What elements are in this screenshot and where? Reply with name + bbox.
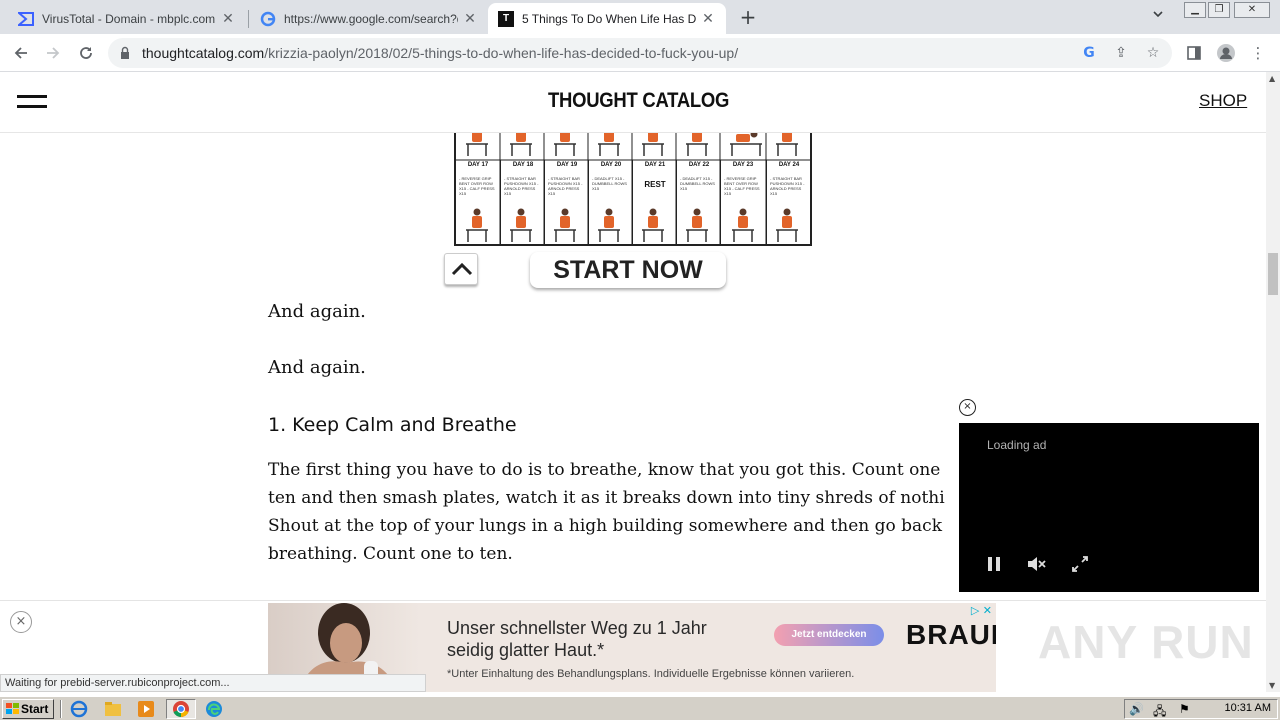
reload-button[interactable] [75,42,97,64]
ad-disclaimer: *Unter Einhaltung des Behandlungsplans. … [447,668,855,680]
minimize-window-button[interactable]: ▁ [1184,2,1206,18]
start-label: Start [21,702,49,716]
tab-virustotal[interactable]: VirusTotal - Domain - mbplc.com ✕ [8,3,246,34]
tab-strip: VirusTotal - Domain - mbplc.com ✕ https:… [0,0,1280,34]
browser-menu-icon[interactable]: ⋮ [1247,42,1269,64]
url-text: thoughtcatalog.com/krizzia-paolyn/2018/0… [142,45,738,61]
windows-logo-icon [6,703,19,714]
profile-avatar-icon[interactable] [1215,42,1237,64]
video-ad-player[interactable]: Loading ad [959,423,1259,592]
close-tab-icon[interactable]: ✕ [700,10,716,27]
flag-notification-icon[interactable]: ⚑ [1179,702,1190,716]
ad-brand-logo: BRAUN [906,619,996,650]
adchoices-icon[interactable]: ▷ ✕ [971,604,992,617]
browser-toolbar: thoughtcatalog.com/krizzia-paolyn/2018/0… [0,34,1280,72]
address-bar[interactable]: thoughtcatalog.com/krizzia-paolyn/2018/0… [108,38,1172,68]
article-paragraph: And again. [268,301,366,322]
section-heading: 1. Keep Calm and Breathe [268,414,517,436]
close-tab-icon[interactable]: ✕ [220,10,236,27]
mute-icon[interactable] [1025,553,1047,575]
new-tab-button[interactable]: + [738,6,758,28]
tab-title: https://www.google.com/search?q= [284,11,458,26]
forward-button[interactable] [42,42,64,64]
chevron-up-icon [451,262,473,276]
url-host: thoughtcatalog.com [142,45,265,61]
video-ad-close-button[interactable]: × [959,399,976,416]
pause-icon[interactable] [983,553,1005,575]
site-logo[interactable]: THOUGHT CATALOG [548,89,729,113]
scroll-up-button[interactable] [444,253,478,285]
scroll-up-arrow-icon[interactable]: ▲ [1269,74,1275,83]
internet-explorer-icon[interactable] [69,699,91,719]
page-scrollbar[interactable]: ▲ ▼ [1266,72,1280,692]
shop-link[interactable]: SHOP [1199,91,1247,111]
article-line: ten and then smash plates, watch it as i… [268,488,945,508]
hamburger-menu-icon[interactable] [17,95,47,111]
lock-icon[interactable] [120,46,130,60]
tab-title: VirusTotal - Domain - mbplc.com [42,11,216,26]
chrome-taskbar-button[interactable] [166,699,196,719]
file-explorer-icon[interactable] [103,699,125,719]
article-body: The first thing you have to do is to bre… [268,456,968,568]
side-panel-icon[interactable] [1183,42,1205,64]
windows-taskbar: Start 🔊 🖧 ⚑ 10:31 AM [0,696,1280,720]
site-header: THOUGHT CATALOG SHOP [0,72,1266,133]
tab-google[interactable]: https://www.google.com/search?q= ✕ [250,3,488,34]
tab-thought-catalog[interactable]: T 5 Things To Do When Life Has Decide ✕ [488,3,726,34]
scrollbar-thumb[interactable] [1268,253,1278,295]
tab-search-chevron-icon[interactable] [1152,8,1164,23]
media-player-icon[interactable] [136,699,158,719]
volume-icon[interactable]: 🔊 [1129,702,1144,716]
thought-catalog-favicon-icon: T [498,10,514,27]
restore-window-button[interactable]: ❐ [1208,2,1230,18]
article-paragraph: And again. [268,357,366,378]
bottom-ad-close-button[interactable]: × [10,611,32,633]
scroll-down-arrow-icon[interactable]: ▼ [1269,681,1275,690]
edge-icon[interactable] [204,699,226,719]
system-tray: 🔊 🖧 ⚑ 10:31 AM [1124,699,1278,719]
tab-title: 5 Things To Do When Life Has Decide [522,11,696,26]
anyrun-watermark: ANY RUN [1038,616,1254,668]
loading-ad-text: Loading ad [987,438,1047,452]
status-bar: Waiting for prebid-server.rubiconproject… [0,674,426,692]
ad-cta-button[interactable]: Jetzt entdecken [774,624,884,646]
start-now-button[interactable]: START NOW [530,252,726,288]
back-button[interactable] [10,42,32,64]
share-icon[interactable]: ⇪ [1112,44,1130,62]
clock[interactable]: 10:31 AM [1225,702,1271,714]
google-translate-icon[interactable]: G [1080,44,1098,62]
start-button[interactable]: Start [2,699,54,719]
page-viewport: DAY 17 - REVERSE GRIP BENT OVER ROW X15 … [0,72,1266,692]
article-line: breathing. Count one to ten. [268,544,513,564]
tab-divider [248,10,249,28]
taskbar-divider [60,700,62,718]
fullscreen-icon[interactable] [1069,553,1091,575]
article-line: The first thing you have to do is to bre… [268,460,941,480]
bookmark-star-icon[interactable]: ☆ [1144,44,1162,62]
ad-headline: Unser schnellster Weg zu 1 Jahr seidig g… [447,618,707,660]
virustotal-icon [18,11,34,27]
article-line: Shout at the top of your lungs in a high… [268,516,942,536]
url-path: /krizzia-paolyn/2018/02/5-things-to-do-w… [264,45,739,61]
close-window-button[interactable]: ✕ [1234,2,1270,18]
google-icon [260,11,276,27]
close-tab-icon[interactable]: ✕ [462,10,478,27]
